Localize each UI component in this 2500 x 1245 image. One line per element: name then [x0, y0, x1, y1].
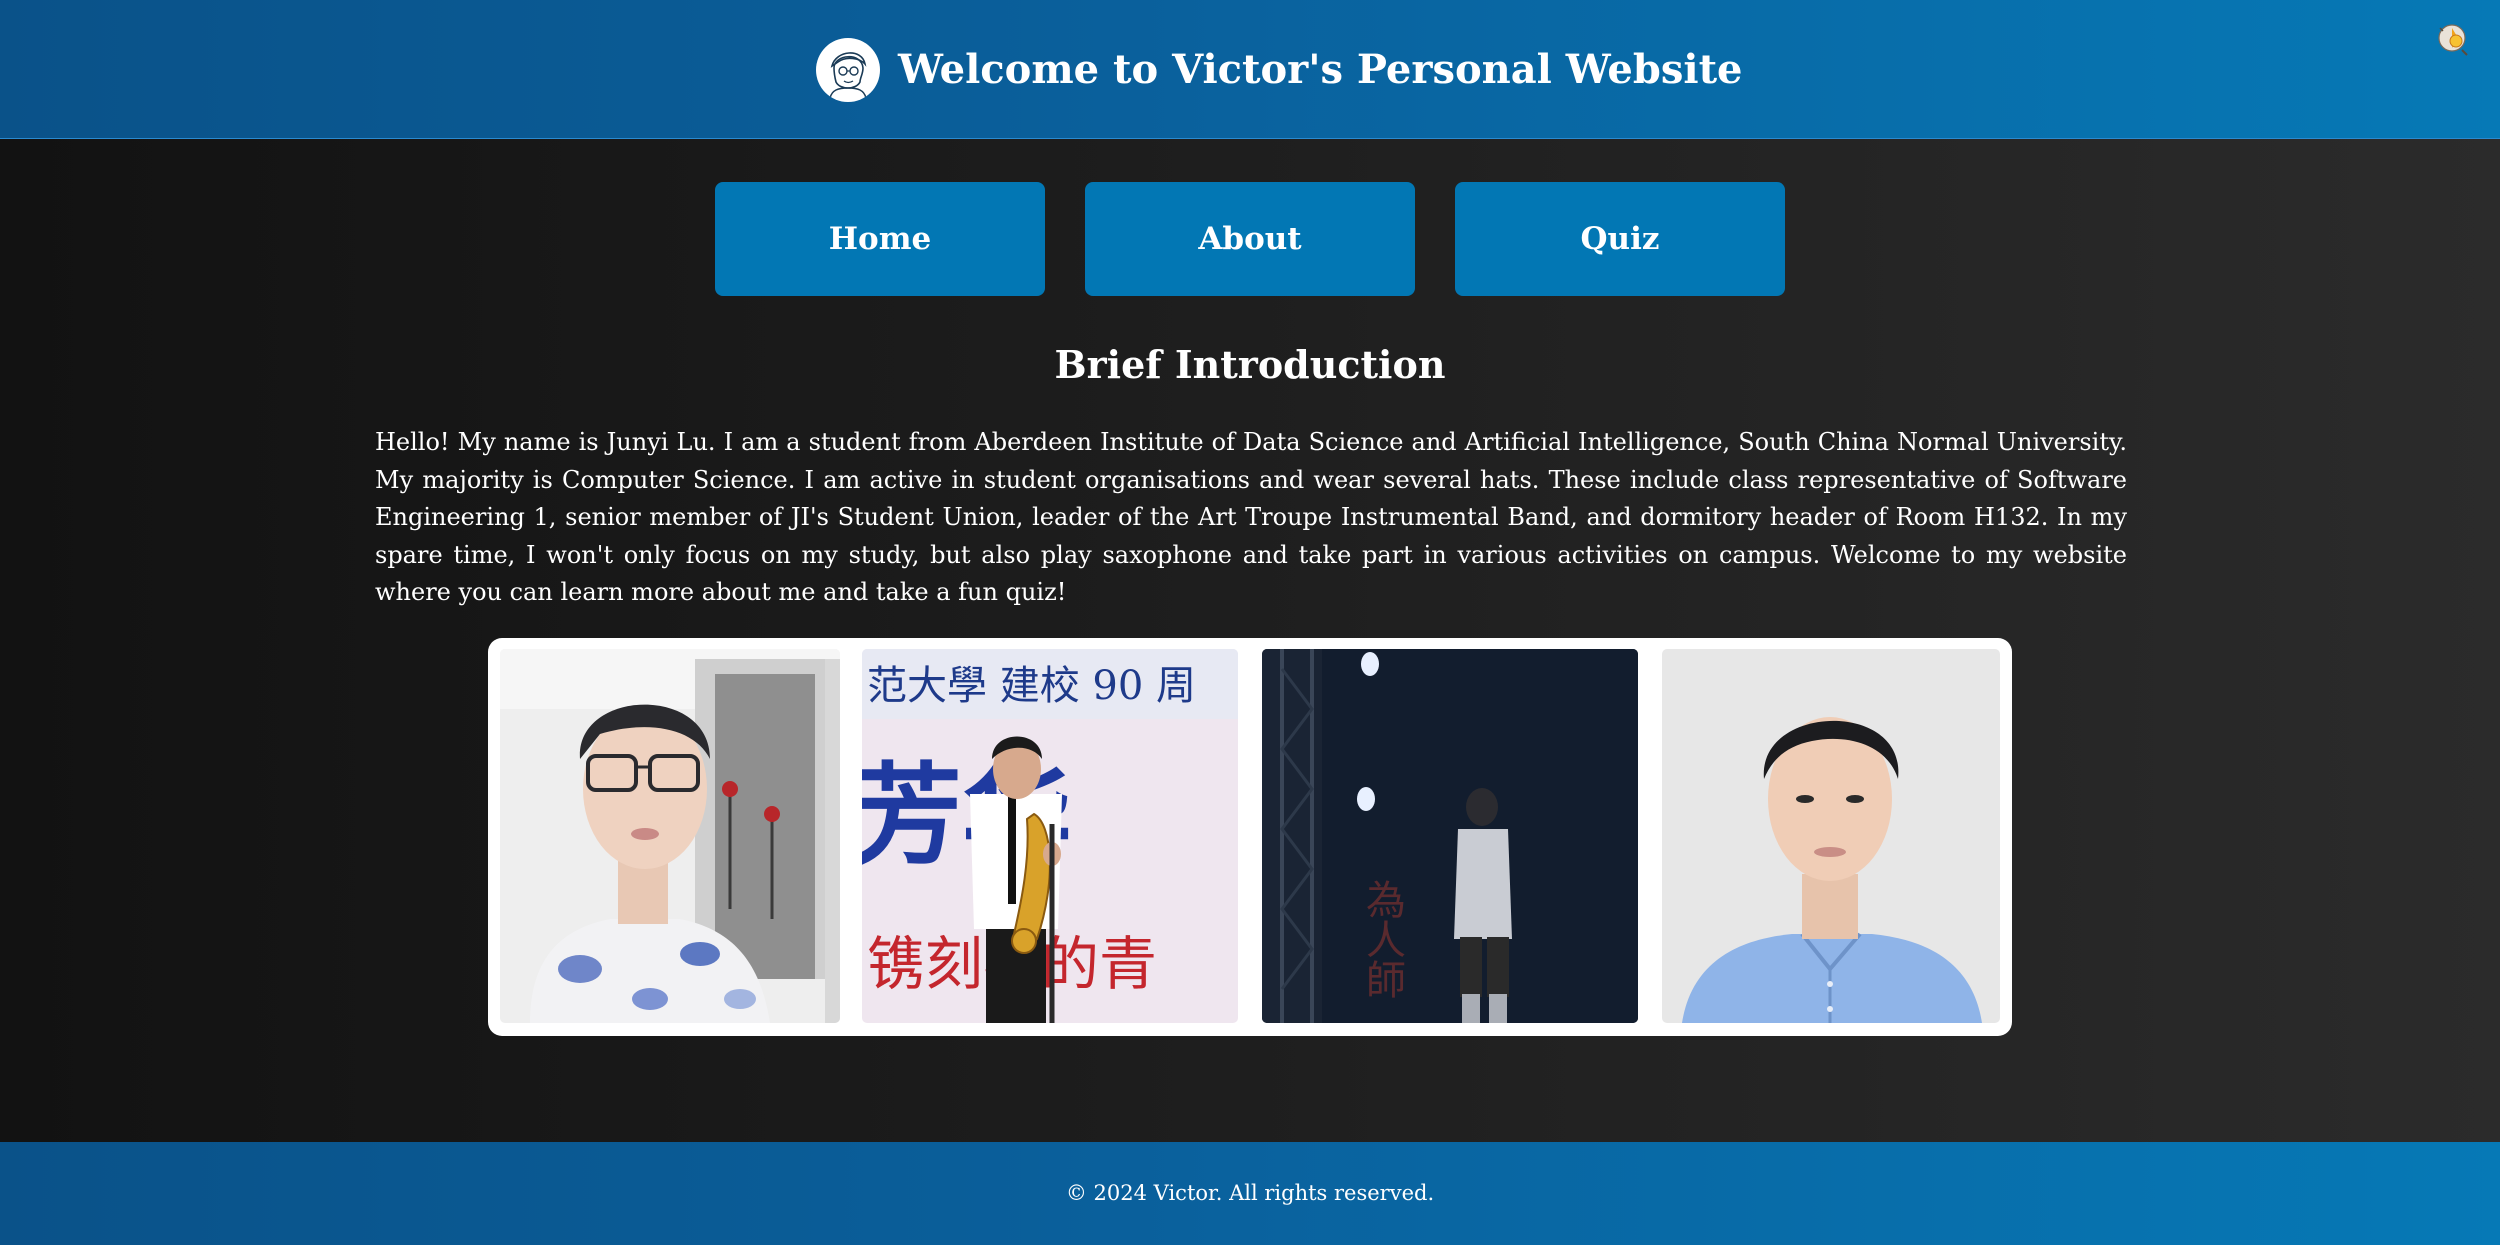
nav-home-button[interactable]: Home	[715, 182, 1045, 296]
lightbulb-toggle-icon[interactable]	[2432, 20, 2472, 60]
footer-copyright: © 2024 Victor. All rights reserved.	[1065, 1181, 1435, 1205]
stage-banner-text: 為人師	[1359, 879, 1405, 999]
site-footer: © 2024 Victor. All rights reserved.	[0, 1142, 2500, 1245]
selfie-photo	[500, 649, 840, 1023]
nav-quiz-button[interactable]: Quiz	[1455, 182, 1785, 296]
saxophone-performance-photo: 范大學 建校 90 周 芳华 镌刻我的青	[862, 649, 1238, 1023]
banner-top-text: 范大學 建校 90 周	[867, 663, 1196, 709]
nav-about-button[interactable]: About	[1085, 182, 1415, 296]
photo-gallery: 范大學 建校 90 周 芳华 镌刻我的青 為人師	[488, 638, 2012, 1036]
intro-paragraph: Hello! My name is Junyi Lu. I am a stude…	[375, 428, 2127, 606]
portrait-photo	[1662, 649, 2000, 1023]
site-title: Welcome to Victor's Personal Website	[898, 46, 1743, 93]
intro-heading: Brief Introduction	[1054, 342, 1446, 387]
stage-dark-photo: 為人師	[1262, 649, 1638, 1023]
site-header: Welcome to Victor's Personal Website	[0, 0, 2500, 139]
sketch-portrait-avatar-icon	[816, 38, 880, 102]
